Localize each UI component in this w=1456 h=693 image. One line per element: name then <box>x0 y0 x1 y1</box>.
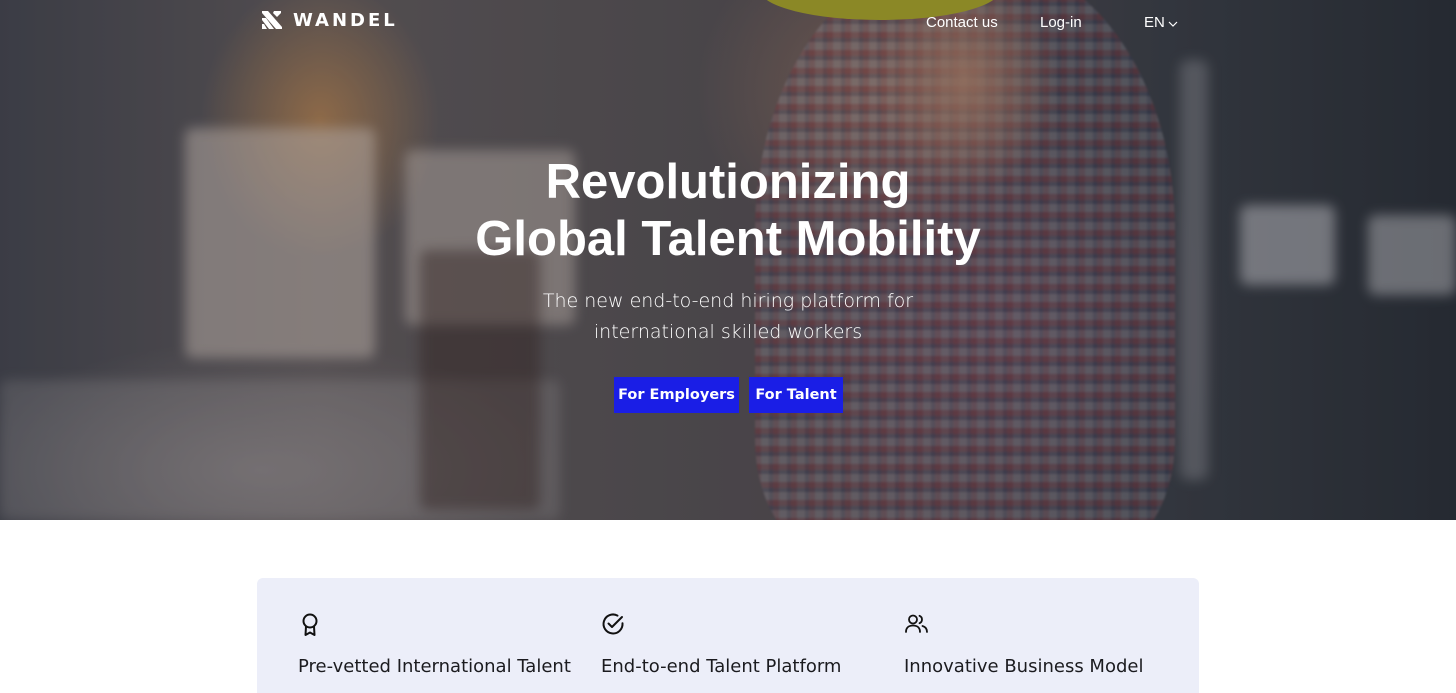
hero-title-line-1: Revolutionizing <box>545 155 911 209</box>
feature-label: Pre-vetted International Talent <box>298 656 571 677</box>
chevron-down-icon <box>1168 21 1178 27</box>
top-navigation: WANDEL Contact us Log-in EN <box>0 0 1456 48</box>
brand-logo[interactable]: WANDEL <box>260 8 398 32</box>
brand-name: WANDEL <box>293 9 398 31</box>
hero-subtitle-line-2: international skilled workers <box>593 321 863 343</box>
feature-label: Innovative Business Model <box>904 656 1144 677</box>
for-employers-button[interactable]: For Employers <box>614 377 739 413</box>
check-circle-icon <box>602 613 624 635</box>
hero-title-line-2: Global Talent Mobility <box>475 212 981 266</box>
nav-contact-link[interactable]: Contact us <box>926 14 998 31</box>
for-talent-button[interactable]: For Talent <box>749 377 843 413</box>
award-ribbon-icon <box>302 613 318 636</box>
language-label: EN <box>1144 14 1165 31</box>
users-icon <box>905 614 928 633</box>
language-selector[interactable]: EN <box>1144 14 1178 31</box>
hero-section: WANDEL Contact us Log-in EN Revolutioniz… <box>0 0 1456 520</box>
hero-subtitle-line-1: The new end-to-end hiring platform for <box>542 290 914 312</box>
wandel-logo-icon <box>262 11 282 29</box>
nav-login-link[interactable]: Log-in <box>1040 14 1082 31</box>
feature-label: End-to-end Talent Platform <box>601 656 842 677</box>
features-card: Pre-vetted International Talent End-to-e… <box>257 578 1199 693</box>
